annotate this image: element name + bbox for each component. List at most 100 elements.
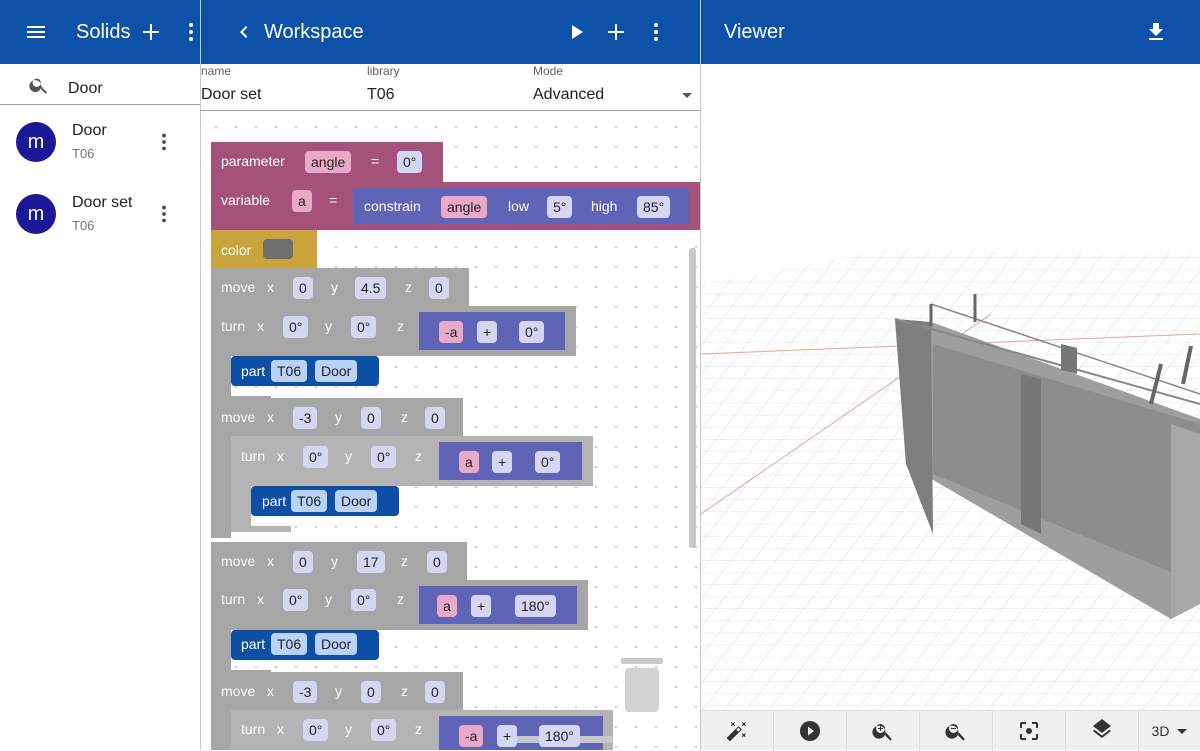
part-name-select[interactable]: Door bbox=[315, 360, 358, 382]
move-x[interactable]: -3 bbox=[293, 407, 318, 429]
menu-icon[interactable] bbox=[22, 18, 50, 46]
x-label: x bbox=[267, 683, 274, 699]
turn-var[interactable]: -a bbox=[459, 725, 484, 747]
move-y[interactable]: 0 bbox=[361, 681, 381, 703]
move-c-arm bbox=[211, 710, 231, 750]
view-mode-dropdown-icon bbox=[1177, 728, 1188, 734]
zoom-out-button[interactable] bbox=[920, 711, 993, 751]
3d-viewport[interactable] bbox=[701, 64, 1200, 750]
x-label: x bbox=[257, 318, 264, 334]
color-swatch[interactable] bbox=[263, 239, 293, 259]
part-library[interactable]: T06 bbox=[291, 490, 328, 512]
layers-button[interactable] bbox=[1066, 711, 1139, 751]
move-label: move bbox=[221, 553, 256, 569]
turn-z-value[interactable]: 180° bbox=[515, 595, 556, 617]
vertical-scrollbar[interactable] bbox=[689, 248, 696, 548]
move-x[interactable]: 0 bbox=[293, 277, 313, 299]
back-chevron-icon[interactable] bbox=[230, 18, 258, 46]
turn-label: turn bbox=[221, 591, 246, 607]
constrain-label: constrain bbox=[364, 198, 421, 214]
item-more-icon[interactable] bbox=[150, 200, 178, 228]
list-item-title: Door bbox=[72, 122, 107, 139]
list-item-title: Door set bbox=[72, 194, 133, 211]
library-field[interactable]: T06 bbox=[367, 86, 395, 104]
turn-label: turn bbox=[221, 318, 246, 334]
y-label: y bbox=[335, 683, 342, 699]
move-z[interactable]: 0 bbox=[427, 551, 447, 573]
move-y[interactable]: 4.5 bbox=[355, 277, 387, 299]
play-circle-button[interactable] bbox=[774, 711, 847, 751]
search-box[interactable]: Door bbox=[0, 64, 200, 105]
y-label: y bbox=[345, 721, 352, 737]
operator-select[interactable]: + bbox=[477, 321, 498, 343]
x-label: x bbox=[277, 448, 284, 464]
search-input[interactable]: Door bbox=[68, 80, 103, 98]
turn-y[interactable]: 0° bbox=[351, 589, 377, 611]
turn-x[interactable]: 0° bbox=[283, 589, 309, 611]
move-z[interactable]: 0 bbox=[425, 407, 445, 429]
turn-x[interactable]: 0° bbox=[283, 316, 309, 338]
variable-name[interactable]: a bbox=[292, 190, 312, 212]
avatar: m bbox=[16, 194, 56, 234]
turn-x[interactable]: 0° bbox=[303, 719, 329, 741]
zoom-in-button[interactable] bbox=[847, 711, 920, 751]
low-value[interactable]: 5° bbox=[547, 196, 573, 218]
x-label: x bbox=[267, 553, 274, 569]
add-solid-button[interactable] bbox=[137, 18, 165, 46]
operator-select[interactable]: + bbox=[492, 451, 513, 473]
block-workspace[interactable]: parameter angle = 0° variable a = constr… bbox=[201, 112, 700, 750]
turn-c-arm bbox=[211, 630, 231, 670]
parameter-label: parameter bbox=[221, 153, 285, 169]
z-label: z bbox=[397, 318, 404, 334]
move-z[interactable]: 0 bbox=[429, 277, 449, 299]
move-label: move bbox=[221, 279, 256, 295]
turn-y[interactable]: 0° bbox=[351, 316, 377, 338]
move-x[interactable]: -3 bbox=[293, 681, 318, 703]
part-name-select[interactable]: Door bbox=[335, 490, 378, 512]
move-y[interactable]: 0 bbox=[361, 407, 381, 429]
y-label: y bbox=[325, 591, 332, 607]
operator-select[interactable]: + bbox=[471, 595, 492, 617]
z-label: z bbox=[401, 683, 408, 699]
move-x[interactable]: 0 bbox=[293, 551, 313, 573]
fields-underline bbox=[201, 110, 700, 111]
turn-y[interactable]: 0° bbox=[371, 719, 397, 741]
trash-icon[interactable] bbox=[621, 658, 663, 712]
z-label: z bbox=[405, 279, 412, 295]
turn-y[interactable]: 0° bbox=[371, 446, 397, 468]
mode-select[interactable]: Advanced bbox=[533, 86, 604, 104]
list-item[interactable]: m Door T06 bbox=[0, 106, 200, 178]
workspace-more-icon[interactable] bbox=[642, 18, 670, 46]
turn-z-value[interactable]: 0° bbox=[519, 321, 545, 343]
fit-view-button[interactable] bbox=[993, 711, 1066, 751]
turn-x[interactable]: 0° bbox=[303, 446, 329, 468]
move-label: move bbox=[221, 409, 256, 425]
param-value[interactable]: 0° bbox=[397, 151, 423, 173]
name-field[interactable]: Door set bbox=[201, 86, 261, 104]
turn-var[interactable]: a bbox=[459, 451, 479, 473]
part-name-select[interactable]: Door bbox=[315, 633, 358, 655]
turn-z-value[interactable]: 0° bbox=[535, 451, 561, 473]
item-more-icon[interactable] bbox=[150, 128, 178, 156]
part-library[interactable]: T06 bbox=[271, 360, 308, 382]
part-library[interactable]: T06 bbox=[271, 633, 308, 655]
mode-dropdown-icon[interactable] bbox=[682, 93, 692, 98]
magic-wand-button[interactable] bbox=[701, 711, 774, 751]
run-button[interactable] bbox=[562, 18, 590, 46]
turn-var[interactable]: a bbox=[437, 595, 457, 617]
download-icon[interactable] bbox=[1142, 18, 1170, 46]
param-name[interactable]: angle bbox=[305, 151, 352, 173]
constrain-arg[interactable]: angle bbox=[441, 196, 488, 218]
z-label: z bbox=[415, 448, 422, 464]
turn-z-value[interactable]: 180° bbox=[539, 725, 580, 747]
turn-var[interactable]: -a bbox=[439, 321, 464, 343]
equals: = bbox=[371, 153, 380, 169]
move-z[interactable]: 0 bbox=[425, 681, 445, 703]
high-value[interactable]: 85° bbox=[637, 196, 671, 218]
operator-select[interactable]: + bbox=[497, 725, 518, 747]
add-block-button[interactable] bbox=[602, 18, 630, 46]
part-label: part bbox=[241, 363, 266, 379]
move-y[interactable]: 17 bbox=[357, 551, 385, 573]
list-item[interactable]: m Door set T06 bbox=[0, 178, 200, 250]
view-mode-select[interactable]: 3D bbox=[1139, 711, 1200, 751]
